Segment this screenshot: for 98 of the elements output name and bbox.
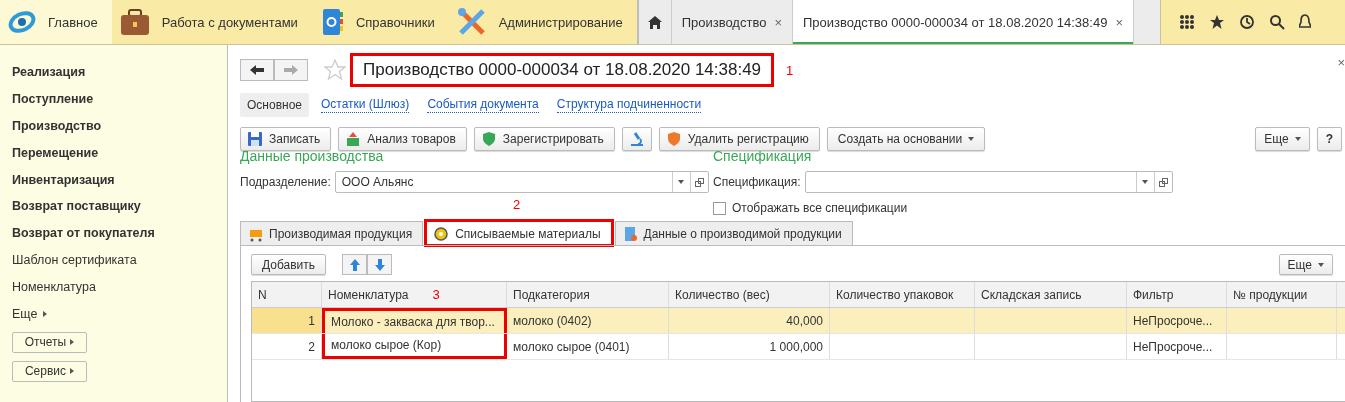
annotation-number: 2: [512, 197, 521, 212]
toolbar-button[interactable]: Создать на основании: [826, 127, 986, 151]
toolbar-button[interactable]: Анализ товаров: [338, 127, 467, 151]
more-button[interactable]: Еще: [1255, 127, 1310, 151]
sidebar-link[interactable]: Возврат от покупателя: [12, 219, 227, 247]
table-cell: НеПросроче...: [1127, 308, 1227, 333]
column-header[interactable]: Номенклатура 3: [322, 282, 507, 307]
close-icon[interactable]: ×: [1115, 14, 1123, 30]
close-icon[interactable]: ×: [1337, 55, 1345, 70]
section-heading: Данные производства: [240, 151, 385, 166]
briefcase-icon: [119, 8, 150, 36]
table-cell: 40,000: [669, 308, 830, 333]
column-header[interactable]: Фильтр: [1127, 282, 1227, 307]
section-tab[interactable]: Главное: [0, 0, 112, 44]
menu-button[interactable]: Сервис: [12, 360, 87, 382]
back-button[interactable]: [240, 59, 274, 81]
sidebar-link[interactable]: Номенклатура: [12, 273, 227, 301]
sidebar-link[interactable]: Возврат поставщику: [12, 193, 227, 220]
open-tab[interactable]: Производство 0000-000034 от 18.08.2020 14:38:49 ×: [793, 0, 1134, 44]
view-link[interactable]: Основное: [240, 93, 309, 117]
sidebar-link[interactable]: Поступление: [12, 85, 227, 113]
table-cell: 1 000,000: [669, 334, 830, 359]
more-button[interactable]: Еще: [1278, 254, 1333, 275]
toolbar-button[interactable]: [621, 127, 652, 151]
apps-grid-icon: [1179, 14, 1195, 30]
sidebar-link[interactable]: Инвентаризация: [12, 166, 227, 193]
table-cell: НеПросроче...: [1127, 334, 1227, 359]
back-arrow-icon: [250, 65, 264, 75]
shield-icon: [480, 131, 497, 147]
column-header[interactable]: Количество упаковок: [830, 282, 975, 307]
document-title: Производство 0000-000034 от 18.08.2020 14:38:49: [350, 53, 775, 87]
search-icon: [1269, 14, 1285, 30]
table-cell: 1: [252, 308, 322, 333]
annotation-number: 3: [432, 287, 440, 302]
bell-icon: [1299, 14, 1311, 30]
checkbox[interactable]: [713, 201, 726, 215]
toolbar-button[interactable]: Зарегистрировать: [473, 127, 615, 151]
view-link[interactable]: Структура подчиненности: [556, 97, 702, 113]
toolbar-button[interactable]: Записать: [240, 127, 332, 151]
annotation-number: 1: [786, 62, 794, 78]
table-cell: молоко сырое (Кор): [322, 334, 507, 359]
form-tab[interactable]: Данные о производимой продукции: [614, 221, 853, 245]
forward-arrow-icon: [284, 65, 298, 75]
tools-icon: [456, 7, 487, 37]
table-cell: молоко сырое (0401): [507, 334, 669, 359]
menu-button[interactable]: Отчеты: [12, 331, 87, 353]
sidebar-link[interactable]: Еще: [12, 300, 227, 327]
caret-icon: [1318, 262, 1324, 267]
table-cell: молоко (0402): [507, 308, 669, 333]
star-outline-icon: [324, 59, 346, 81]
close-icon[interactable]: ×: [774, 14, 782, 30]
caret-icon: [968, 137, 975, 141]
column-header[interactable]: Подкатегория: [507, 282, 669, 307]
view-link[interactable]: События документа: [427, 97, 539, 113]
open-icon: [694, 177, 704, 187]
star-icon: [1209, 14, 1225, 30]
input-field[interactable]: ООО Альянс: [334, 171, 709, 193]
home-icon: [647, 15, 662, 29]
column-header[interactable]: Складская запись: [975, 282, 1127, 307]
view-link[interactable]: Остатки (Шлюз): [321, 97, 410, 113]
down-arrow-icon: [374, 258, 385, 271]
form-tab[interactable]: Списываемые материалы: [426, 221, 612, 245]
table-row[interactable]: 2 молоко сырое (Кор) молоко сырое (0401) 1 000,000 НеПросроче...: [252, 334, 1345, 360]
input-field[interactable]: [804, 171, 1173, 193]
caret-icon: [1294, 137, 1301, 141]
sidebar-link[interactable]: Реализация: [12, 59, 227, 86]
caret-icon: [70, 339, 75, 346]
shield-icon: [665, 131, 682, 147]
caret-icon: [43, 310, 48, 317]
field-label: Подразделение:: [240, 175, 331, 189]
caret-icon: [678, 180, 685, 184]
table-cell: 2: [252, 334, 322, 359]
move-up-button[interactable]: [342, 254, 368, 275]
open-tab[interactable]: Производство ×: [671, 0, 793, 44]
sidebar-link[interactable]: Шаблон сертификата: [12, 246, 227, 274]
field-label: Спецификация:: [713, 175, 801, 189]
open-icon: [1158, 177, 1168, 187]
checkbox-label: Отображать все спецификации: [732, 201, 908, 215]
toolbar-button[interactable]: Удалить регистрацию: [658, 127, 820, 151]
caret-icon: [1142, 180, 1149, 184]
sidebar-link[interactable]: Производство: [12, 112, 227, 140]
help-button[interactable]: ?: [1316, 127, 1342, 151]
column-header[interactable]: N: [252, 282, 322, 307]
caret-icon: [70, 368, 75, 375]
column-header[interactable]: Количество (вес): [669, 282, 830, 307]
column-header[interactable]: № продукции: [1227, 282, 1337, 307]
microscope-icon: [628, 131, 645, 147]
section-heading: Спецификация: [713, 151, 813, 166]
save-icon: [247, 131, 263, 147]
history-icon: [1239, 14, 1255, 30]
logo-icon: [8, 10, 36, 34]
table-row[interactable]: 1 Молоко - закваска для твор... молоко (0402) 40,000 НеПросроче...: [252, 308, 1345, 334]
add-button[interactable]: Добавить: [251, 254, 327, 275]
form-tab[interactable]: Производимая продукция: [240, 221, 424, 245]
up-arrow-icon: [349, 258, 360, 271]
move-down-button[interactable]: [367, 254, 393, 275]
box-icon: [345, 131, 362, 147]
sidebar-link[interactable]: Перемещение: [12, 139, 227, 167]
